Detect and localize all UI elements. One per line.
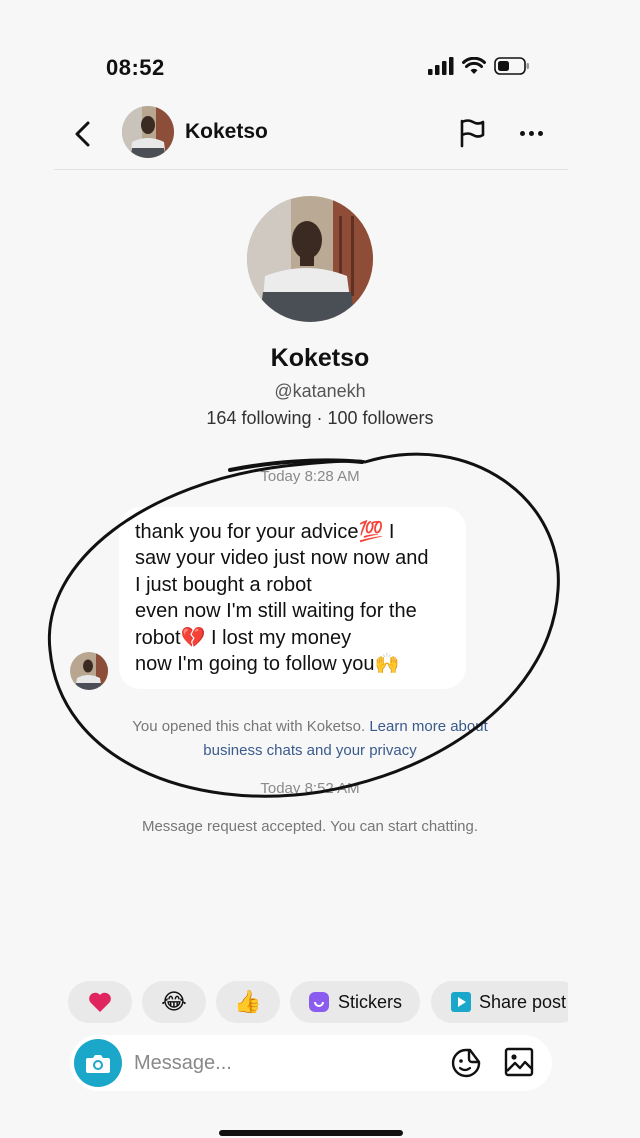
message-timestamp: Today 8:28 AM xyxy=(260,468,360,485)
avatar-photo xyxy=(122,106,174,158)
message-line: robot💔 I lost my money xyxy=(135,626,352,649)
camera-button[interactable] xyxy=(74,1039,122,1087)
signal-icon xyxy=(428,57,454,75)
flag-icon xyxy=(460,119,485,148)
laugh-emoji-icon: 😂 xyxy=(161,989,187,1014)
message-line: I just bought a robot xyxy=(135,573,312,596)
profile-stats: 164 following · 100 followers xyxy=(206,408,434,428)
request-accepted-notice: Message request accepted. You can start … xyxy=(141,818,479,835)
share-post-label: Share post xyxy=(479,991,567,1012)
share-post-icon xyxy=(451,992,471,1012)
stickers-label: Stickers xyxy=(337,991,402,1012)
sticker-icon xyxy=(308,992,329,1012)
more-options-button[interactable] xyxy=(514,117,548,149)
message-timestamp: Today 8:52 AM xyxy=(260,780,360,797)
message-composer xyxy=(70,1035,552,1091)
chat-screen: 08:52 Koketso Koketso @katanekh 164 foll… xyxy=(0,0,640,1138)
header-avatar[interactable] xyxy=(122,106,174,158)
quick-reply-heart[interactable] xyxy=(68,981,132,1023)
camera-icon xyxy=(86,1055,110,1073)
message-line: even now I'm still waiting for the xyxy=(135,600,417,623)
sticker-button[interactable] xyxy=(450,1047,482,1079)
home-indicator[interactable] xyxy=(219,1130,403,1136)
quick-reply-laugh[interactable]: 😂 xyxy=(142,981,206,1023)
sender-photo xyxy=(70,652,108,690)
chat-header: Koketso xyxy=(54,100,568,170)
back-button[interactable] xyxy=(68,118,96,150)
stickers-button[interactable]: Stickers xyxy=(290,981,420,1023)
wifi-icon xyxy=(462,57,486,74)
heart-icon xyxy=(89,992,111,1012)
business-chat-info: You opened this chat with Koketso. Learn… xyxy=(120,715,500,763)
share-post-button[interactable]: Share post xyxy=(431,981,568,1023)
profile-photo xyxy=(247,196,373,322)
more-horizontal-icon xyxy=(519,130,525,136)
message-input[interactable] xyxy=(134,1049,424,1077)
status-time: 08:52 xyxy=(106,55,165,80)
quick-reply-thumbs-up[interactable]: 👍 xyxy=(216,981,280,1023)
thumbs-up-icon: 👍 xyxy=(234,989,262,1014)
profile-handle: @katanekh xyxy=(274,381,366,401)
chevron-left-icon xyxy=(75,121,90,147)
status-icons xyxy=(428,57,530,75)
quick-replies: 😂 👍 Stickers Share post xyxy=(68,981,568,1023)
sender-avatar[interactable] xyxy=(70,652,108,690)
image-icon xyxy=(504,1047,534,1077)
profile-name: Koketso xyxy=(270,344,370,372)
header-title[interactable]: Koketso xyxy=(185,120,268,144)
battery-icon xyxy=(494,57,529,75)
message-line: saw your video just now now and xyxy=(135,547,429,570)
message-line: thank you for your advice💯 I xyxy=(135,521,395,543)
gallery-button[interactable] xyxy=(504,1047,534,1077)
report-flag-button[interactable] xyxy=(456,117,488,149)
profile-avatar[interactable] xyxy=(247,196,373,322)
info-text: You opened this chat with Koketso. xyxy=(132,718,366,735)
sticker-face-icon xyxy=(451,1048,481,1078)
message-line: now I'm going to follow you🙌 xyxy=(135,653,400,676)
message-bubble[interactable]: thank you for your advice💯 I saw your vi… xyxy=(119,507,466,689)
